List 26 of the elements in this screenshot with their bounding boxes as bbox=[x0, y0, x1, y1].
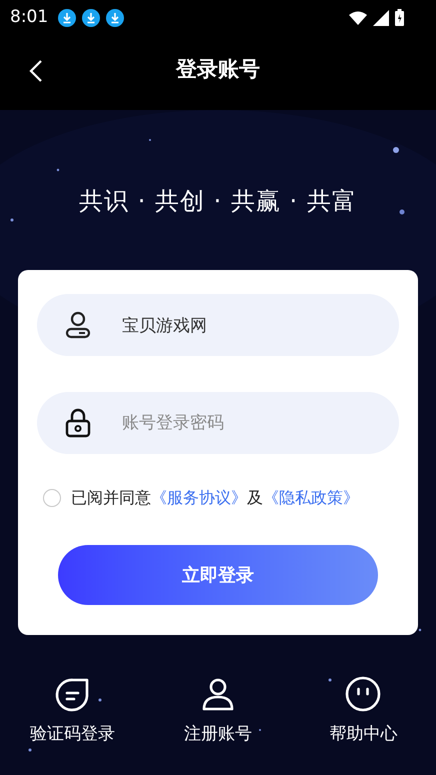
login-button[interactable]: 立即登录 bbox=[58, 545, 378, 605]
privacy-policy-link[interactable]: 《隐私政策》 bbox=[263, 486, 359, 510]
slogan: 共识 · 共创 · 共赢 · 共富 bbox=[79, 186, 357, 217]
username-field[interactable]: 宝贝游戏网 bbox=[37, 294, 399, 356]
page-title: 登录账号 bbox=[176, 56, 260, 84]
download-icon bbox=[82, 8, 100, 26]
shortcut-link[interactable]: 帮助中心 bbox=[329, 722, 398, 747]
shortcut-link[interactable]: 验证码登录 bbox=[30, 722, 116, 747]
message-icon bbox=[54, 678, 91, 712]
service-agreement-link[interactable]: 《服务协议》 bbox=[151, 486, 247, 510]
user-icon bbox=[65, 311, 91, 339]
agreement-text: 及 bbox=[247, 487, 263, 509]
agree-checkbox[interactable] bbox=[43, 489, 61, 507]
shortcut-link[interactable]: 注册账号 bbox=[184, 722, 252, 747]
signal-icon bbox=[373, 10, 389, 26]
wifi-icon bbox=[349, 10, 367, 24]
person-icon bbox=[202, 678, 234, 712]
lock-icon bbox=[65, 408, 91, 438]
battery-icon bbox=[395, 9, 404, 26]
smiley-icon bbox=[345, 676, 382, 712]
status-time: 8:01 bbox=[10, 6, 48, 29]
password-field[interactable]: 账号登录密码 bbox=[37, 392, 399, 454]
back-icon[interactable] bbox=[29, 59, 43, 83]
agreement-text: 已阅并同意 bbox=[71, 487, 151, 509]
download-icon bbox=[106, 8, 124, 26]
download-icon bbox=[58, 8, 76, 26]
